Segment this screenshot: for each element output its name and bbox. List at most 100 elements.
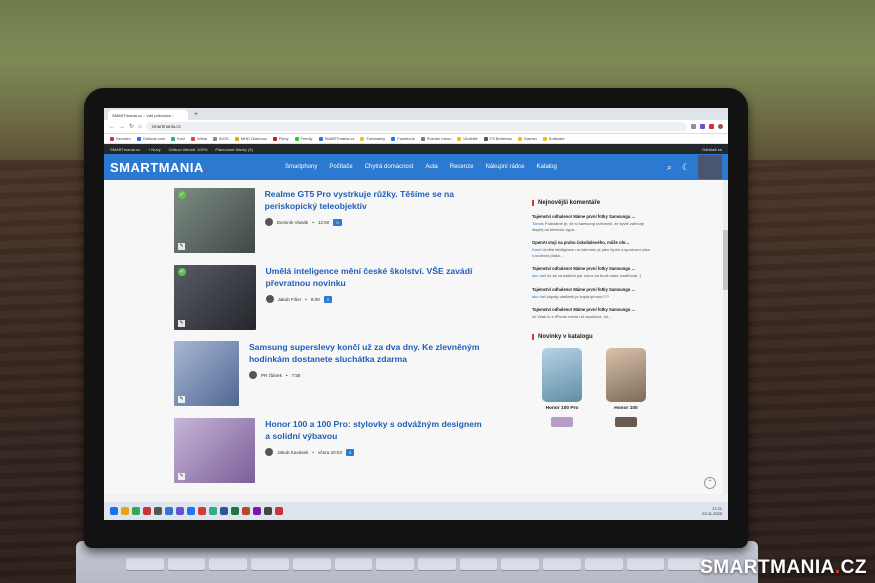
nav-item-recenze[interactable]: Recenze xyxy=(450,164,474,170)
wp-planned-link[interactable]: Plánované články (3) xyxy=(215,147,252,152)
taskbar-clock[interactable]: 17:21 23.11.2023 xyxy=(702,506,722,516)
bookmark[interactable]: MHD Olomouc xyxy=(234,136,267,141)
extension-icon[interactable] xyxy=(691,124,696,129)
article-title[interactable]: Umělá inteligence mění české školství. V… xyxy=(266,266,484,289)
bookmark[interactable]: Feedly xyxy=(294,136,313,141)
page-scrollbar[interactable] xyxy=(723,180,728,494)
search-icon[interactable]: ⌕ xyxy=(667,162,672,173)
new-tab-button[interactable]: + xyxy=(190,110,202,120)
bookmark[interactable]: Polední menu xyxy=(420,136,451,141)
app-icon[interactable] xyxy=(132,507,140,515)
article-time: včera 20:03 xyxy=(318,449,343,455)
extension-icon[interactable] xyxy=(709,124,714,129)
edit-icon[interactable]: ✎ xyxy=(178,396,185,403)
article-author[interactable]: Jakub Fišer xyxy=(278,297,302,302)
app-icon[interactable] xyxy=(154,507,162,515)
article-item[interactable]: ✎ Honor 100 a 100 Pro: stylovky s odvážn… xyxy=(174,418,484,483)
check-icon: ✓ xyxy=(178,268,186,276)
wp-stat[interactable]: Celkoví čtenáři: 100% xyxy=(169,147,208,152)
app-icon[interactable] xyxy=(176,507,184,515)
nav-item-katalog[interactable]: Katalog xyxy=(536,164,556,170)
nav-item-chytra-domacnost[interactable]: Chytrá domácnost xyxy=(365,164,414,170)
wp-site-link[interactable]: SMARTmania.cz xyxy=(110,147,140,152)
article-item[interactable]: ✎ Samsung superslevy končí už za dva dny… xyxy=(174,341,484,406)
dark-mode-icon[interactable]: ☾ xyxy=(682,162,690,173)
article-thumbnail[interactable]: ✎ xyxy=(174,341,239,406)
bookmark[interactable]: IDOS xyxy=(212,136,229,141)
app-icon[interactable] xyxy=(187,507,195,515)
profile-icon[interactable] xyxy=(718,124,723,129)
keyboard-function-row xyxy=(126,558,707,570)
app-icon[interactable] xyxy=(209,507,217,515)
bookmark[interactable]: Filmy xyxy=(272,136,289,141)
back-icon[interactable]: ← xyxy=(109,124,115,130)
site-logo[interactable]: SMARTMANIA. xyxy=(110,160,285,175)
comment-item[interactable]: Tajemství odhaleno! Máme první fotky Sam… xyxy=(532,214,652,232)
app-icon[interactable] xyxy=(165,507,173,515)
url-field[interactable]: smartmania.cz xyxy=(145,122,687,131)
comment-count[interactable]: 0 xyxy=(323,295,333,303)
edit-icon[interactable]: ✎ xyxy=(178,320,185,327)
bookmark[interactable]: Seznam xyxy=(110,136,131,141)
browser-tab[interactable]: SMARTmania.cz – Váš průvodce... xyxy=(108,110,188,120)
reload-icon[interactable]: ↻ xyxy=(129,123,134,130)
nav-item-nakupni-radce[interactable]: Nákupní rádce xyxy=(485,164,524,170)
phone-image[interactable] xyxy=(615,416,637,427)
forward-icon[interactable]: → xyxy=(119,124,125,130)
article-item[interactable]: ✓ ✎ Realme GT5 Pro vystrkuje růžky. Těší… xyxy=(174,188,484,253)
nav-item-smartphony[interactable]: Smartphony xyxy=(285,164,317,170)
article-item[interactable]: ✓ ✎ Umělá inteligence mění české školstv… xyxy=(174,265,484,330)
article-author[interactable]: Jakub Kavásek xyxy=(277,450,308,455)
article-author[interactable]: PR článek xyxy=(261,373,282,378)
article-author[interactable]: Dominik Vlasák xyxy=(277,220,309,225)
app-icon[interactable] xyxy=(220,507,228,515)
comment-count[interactable]: 0 xyxy=(333,218,342,226)
app-icon[interactable] xyxy=(143,507,151,515)
app-icon[interactable] xyxy=(253,507,261,515)
nav-item-pocitace[interactable]: Počítače xyxy=(329,164,352,170)
bookmark[interactable]: Úložiště xyxy=(457,136,478,141)
bookmark[interactable]: TS Bohemia xyxy=(483,136,512,141)
edit-icon[interactable]: ✎ xyxy=(178,243,185,250)
bookmark[interactable]: Kníž xyxy=(171,136,185,141)
comment-item[interactable]: Tajemství odhaleno! Máme první fotky Sam… xyxy=(532,266,652,279)
edit-icon[interactable]: ✎ xyxy=(178,473,185,480)
phone-image[interactable] xyxy=(551,416,573,427)
article-title[interactable]: Realme GT5 Pro vystrkuje růžky. Těšíme s… xyxy=(265,189,484,212)
bookmark[interactable]: Fotobanky xyxy=(360,136,385,141)
article-title[interactable]: Samsung superslevy končí už za dva dny. … xyxy=(249,342,484,365)
comment-item[interactable]: Tajemství odhaleno! Máme první fotky Sam… xyxy=(532,287,652,300)
article-thumbnail[interactable]: ✎ xyxy=(174,418,256,483)
home-icon[interactable]: ⌂ xyxy=(138,124,142,130)
catalog-phone-card[interactable]: Honor 100 Pro xyxy=(540,347,584,427)
phone-image[interactable] xyxy=(606,347,646,402)
catalog-phone-card[interactable]: Honor 100 xyxy=(604,347,648,427)
app-icon[interactable] xyxy=(264,507,272,515)
comment-item[interactable]: Tajemství odhaleno! Máme první fotky Sam… xyxy=(532,307,652,320)
bookmark[interactable]: Outlook.com xyxy=(136,136,165,141)
start-icon[interactable] xyxy=(110,507,118,515)
article-title[interactable]: Honor 100 a 100 Pro: stylovky s odvážným… xyxy=(265,419,484,442)
app-icon[interactable] xyxy=(231,507,239,515)
comment-item[interactable]: OpenAI stoji na prahu čokoládového, může… xyxy=(532,240,652,258)
app-icon[interactable] xyxy=(121,507,129,515)
bookmark[interactable]: Garmin xyxy=(517,136,537,141)
extension-icon[interactable] xyxy=(700,124,705,129)
bookmark[interactable]: Software xyxy=(542,136,565,141)
wp-logout-link[interactable]: Odhlásit se xyxy=(702,147,722,152)
bookmark[interactable]: Facebook xyxy=(391,136,415,141)
author-avatar xyxy=(248,371,257,379)
article-thumbnail[interactable]: ✓ ✎ xyxy=(174,265,256,330)
bookmark[interactable]: SMARTmania.cz xyxy=(318,136,354,141)
nav-item-auta[interactable]: Auta xyxy=(425,164,437,170)
app-icon[interactable] xyxy=(275,507,283,515)
bookmark[interactable]: Wikia xyxy=(191,136,207,141)
header-user-avatar[interactable] xyxy=(698,155,722,179)
article-thumbnail[interactable]: ✓ ✎ xyxy=(174,188,255,253)
app-icon[interactable] xyxy=(242,507,250,515)
wp-new-button[interactable]: + Nový xyxy=(148,147,161,152)
comment-count[interactable]: 0 xyxy=(346,448,355,456)
phone-image[interactable] xyxy=(542,347,582,402)
scroll-to-top-button[interactable]: ⌃ xyxy=(704,477,716,489)
app-icon[interactable] xyxy=(198,507,206,515)
